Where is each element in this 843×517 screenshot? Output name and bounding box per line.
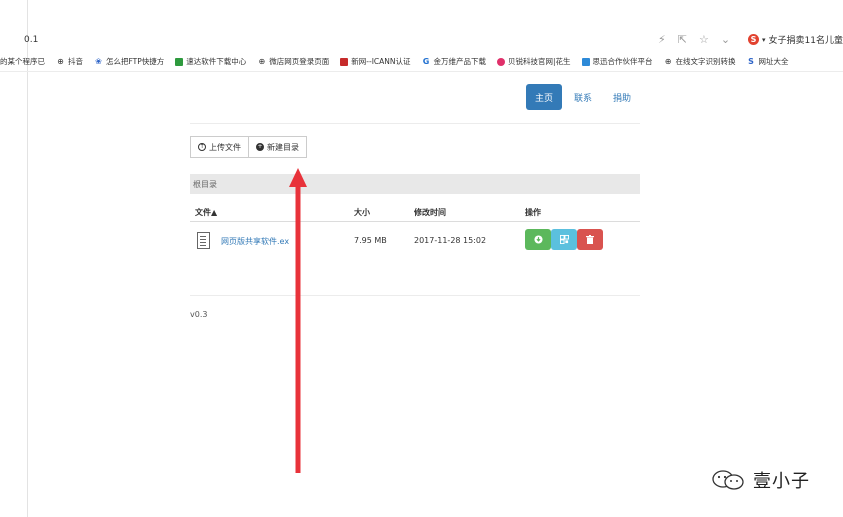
watermark: 壹小子 <box>711 467 810 493</box>
wechat-icon <box>712 470 744 490</box>
watermark-text: 壹小子 <box>753 471 810 492</box>
annotation-arrow <box>289 168 307 473</box>
